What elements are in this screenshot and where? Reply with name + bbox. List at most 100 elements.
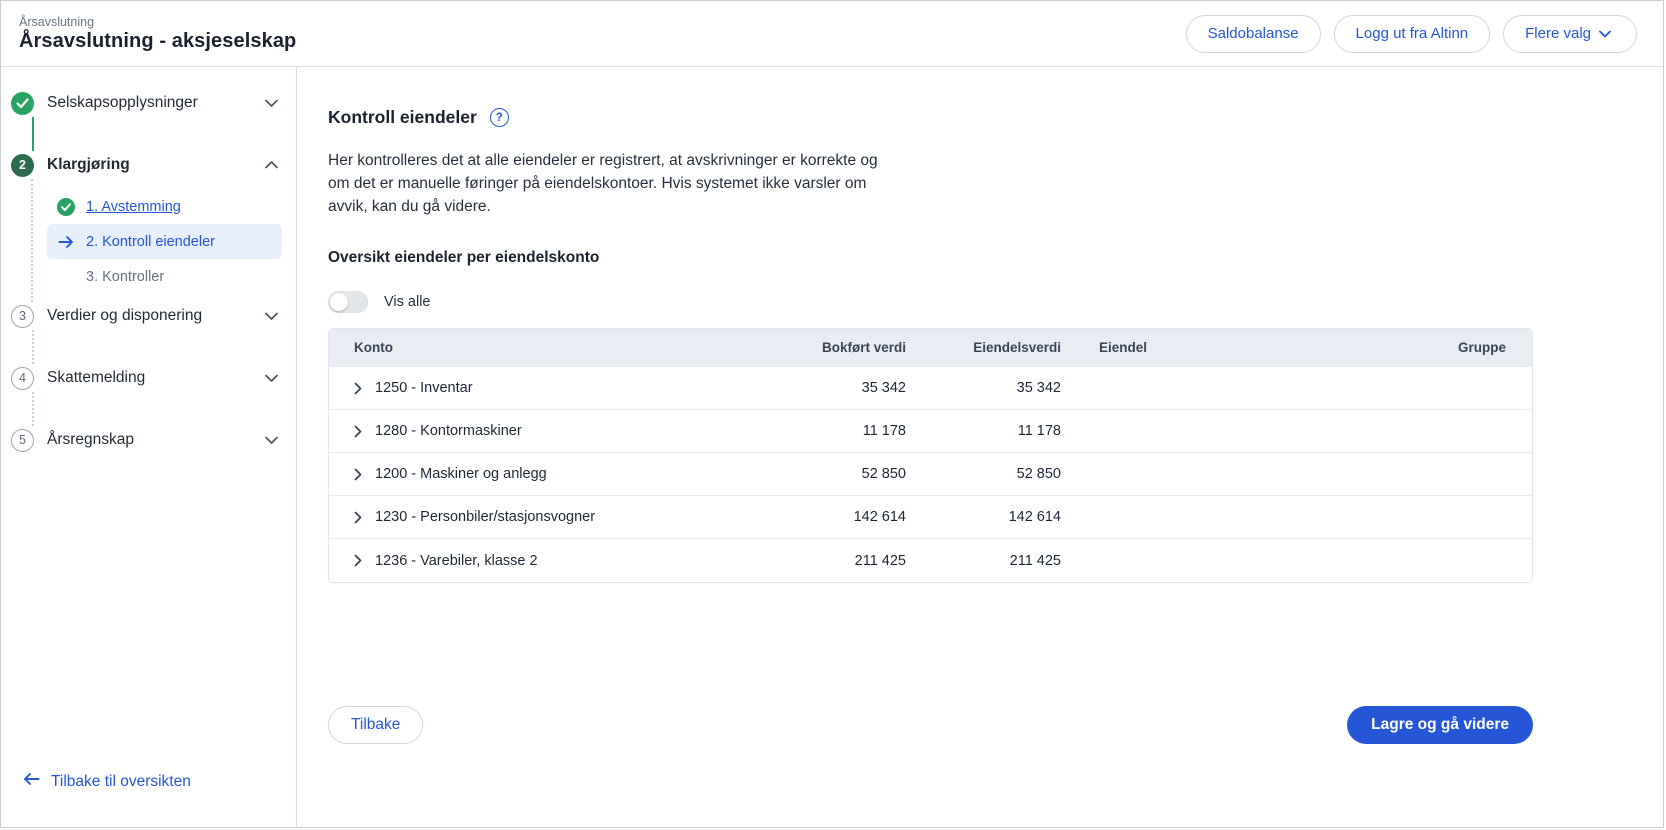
table-row[interactable]: 1200 - Maskiner og anlegg 52 850 52 850	[329, 453, 1532, 496]
step-number-badge: 2	[11, 154, 34, 177]
sidebar-item-label: Skattemelding	[47, 369, 252, 387]
back-to-overview-link[interactable]: Tilbake til oversikten	[11, 772, 282, 805]
header-actions: Saldobalanse Logg ut fra Altinn Flere va…	[1186, 15, 1637, 53]
more-options-button[interactable]: Flere valg	[1503, 15, 1637, 53]
table-header-row: Konto Bokført verdi Eiendelsverdi Eiende…	[329, 329, 1532, 367]
eiendelsverdi-value: 52 850	[914, 453, 1069, 496]
logout-altinn-button[interactable]: Logg ut fra Altinn	[1334, 15, 1491, 53]
more-options-label: Flere valg	[1525, 25, 1591, 42]
eiendelsverdi-value: 11 178	[914, 410, 1069, 453]
main-content: Kontroll eiendeler ? Her kontrolleres de…	[297, 67, 1663, 827]
sidebar-item-label: Selskapsopplysninger	[47, 94, 252, 112]
gruppe-value	[1359, 539, 1532, 582]
expand-row-icon[interactable]	[354, 468, 362, 481]
sidebar: Selskapsopplysninger 2 Klargjøring	[1, 67, 297, 827]
column-header-konto: Konto	[329, 329, 769, 367]
eiendel-value	[1069, 539, 1359, 582]
saldobalanse-button[interactable]: Saldobalanse	[1186, 15, 1321, 53]
check-circle-icon	[57, 198, 75, 216]
subitem-label: 2. Kontroll eiendeler	[86, 234, 215, 250]
page-title: Årsavslutning - aksjeselskap	[19, 30, 296, 53]
sidebar-subitem-avstemming[interactable]: 1. Avstemming	[47, 189, 282, 224]
gruppe-value	[1359, 410, 1532, 453]
konto-label: 1200 - Maskiner og anlegg	[375, 466, 547, 482]
expand-row-icon[interactable]	[354, 511, 362, 524]
chevron-down-icon	[265, 436, 278, 444]
gruppe-value	[1359, 367, 1532, 410]
description-text: Her kontrolleres det at alle eiendeler e…	[328, 150, 893, 219]
sidebar-item-label: Årsregnskap	[47, 431, 252, 449]
arrow-right-icon	[57, 235, 75, 249]
header-titles: Årsavslutning Årsavslutning - aksjeselsk…	[19, 15, 296, 53]
column-header-bokfort-verdi: Bokført verdi	[769, 329, 914, 367]
help-icon[interactable]: ?	[490, 108, 509, 127]
vis-alle-toggle[interactable]	[328, 291, 368, 313]
content-title: Kontroll eiendeler	[328, 107, 477, 128]
konto-label: 1236 - Varebiler, klasse 2	[375, 553, 538, 569]
konto-label: 1280 - Kontormaskiner	[375, 423, 522, 439]
chevron-down-icon	[265, 374, 278, 382]
app-window: Årsavslutning Årsavslutning - aksjeselsk…	[0, 0, 1664, 828]
step-connector	[32, 392, 34, 426]
table-row[interactable]: 1280 - Kontormaskiner 11 178 11 178	[329, 410, 1532, 453]
toggle-label: Vis alle	[384, 294, 430, 310]
chevron-down-icon	[1599, 30, 1611, 38]
konto-label: 1250 - Inventar	[375, 380, 473, 396]
step-connector	[32, 330, 34, 364]
back-button[interactable]: Tilbake	[328, 706, 423, 744]
sidebar-item-label: Verdier og disponering	[47, 307, 252, 325]
eiendelsverdi-value: 142 614	[914, 496, 1069, 539]
save-and-continue-button[interactable]: Lagre og gå videre	[1347, 706, 1533, 744]
section-title: Oversikt eiendeler per eiendelskonto	[328, 249, 1533, 267]
sidebar-item-klargjoring[interactable]: 2 Klargjøring	[11, 151, 282, 179]
step-number-badge: 5	[11, 429, 34, 452]
sidebar-item-skattemelding[interactable]: 4 Skattemelding	[11, 364, 282, 392]
sidebar-item-arsregnskap[interactable]: 5 Årsregnskap	[11, 426, 282, 454]
column-header-eiendelsverdi: Eiendelsverdi	[914, 329, 1069, 367]
bokfort-verdi-value: 142 614	[769, 496, 914, 539]
chevron-down-icon	[265, 312, 278, 320]
top-header: Årsavslutning Årsavslutning - aksjeselsk…	[1, 1, 1663, 67]
expand-row-icon[interactable]	[354, 425, 362, 438]
assets-table: Konto Bokført verdi Eiendelsverdi Eiende…	[328, 328, 1533, 583]
breadcrumb: Årsavslutning	[19, 15, 296, 29]
bokfort-verdi-value: 35 342	[769, 367, 914, 410]
bokfort-verdi-value: 211 425	[769, 539, 914, 582]
klargjoring-substeps: 1. Avstemming 2. Kontroll eiendeler 3. K…	[11, 179, 282, 302]
table-row[interactable]: 1230 - Personbiler/stasjonsvogner 142 61…	[329, 496, 1532, 539]
bokfort-verdi-value: 11 178	[769, 410, 914, 453]
table-row[interactable]: 1250 - Inventar 35 342 35 342	[329, 367, 1532, 410]
column-header-eiendel: Eiendel	[1069, 329, 1359, 367]
subitem-label: 3. Kontroller	[86, 269, 164, 285]
eiendel-value	[1069, 410, 1359, 453]
column-header-gruppe: Gruppe	[1359, 329, 1532, 367]
eiendelsverdi-value: 35 342	[914, 367, 1069, 410]
gruppe-value	[1359, 453, 1532, 496]
sidebar-item-label: Klargjøring	[47, 156, 252, 174]
gruppe-value	[1359, 496, 1532, 539]
sidebar-subitem-kontroll-eiendeler[interactable]: 2. Kontroll eiendeler	[47, 224, 282, 259]
table-row[interactable]: 1236 - Varebiler, klasse 2 211 425 211 4…	[329, 539, 1532, 582]
expand-row-icon[interactable]	[354, 382, 362, 395]
toggle-knob	[330, 293, 348, 311]
eiendel-value	[1069, 367, 1359, 410]
eiendel-value	[1069, 496, 1359, 539]
expand-row-icon[interactable]	[354, 554, 362, 567]
bokfort-verdi-value: 52 850	[769, 453, 914, 496]
step-number-badge: 3	[11, 305, 34, 328]
sidebar-item-selskapsopplysninger[interactable]: Selskapsopplysninger	[11, 89, 282, 117]
konto-label: 1230 - Personbiler/stasjonsvogner	[375, 509, 595, 525]
step-connector	[32, 117, 34, 151]
subitem-link[interactable]: 1. Avstemming	[86, 199, 181, 215]
sidebar-subitem-kontroller[interactable]: 3. Kontroller	[47, 259, 282, 294]
check-circle-icon	[11, 92, 34, 115]
chevron-down-icon	[265, 99, 278, 107]
logout-label: Logg ut fra Altinn	[1356, 25, 1469, 42]
step-number-badge: 4	[11, 367, 34, 390]
back-to-overview-label: Tilbake til oversikten	[51, 773, 191, 791]
eiendel-value	[1069, 453, 1359, 496]
saldobalanse-label: Saldobalanse	[1208, 25, 1299, 42]
chevron-up-icon	[265, 161, 278, 169]
sidebar-item-verdier-og-disponering[interactable]: 3 Verdier og disponering	[11, 302, 282, 330]
arrow-left-icon	[23, 772, 40, 791]
